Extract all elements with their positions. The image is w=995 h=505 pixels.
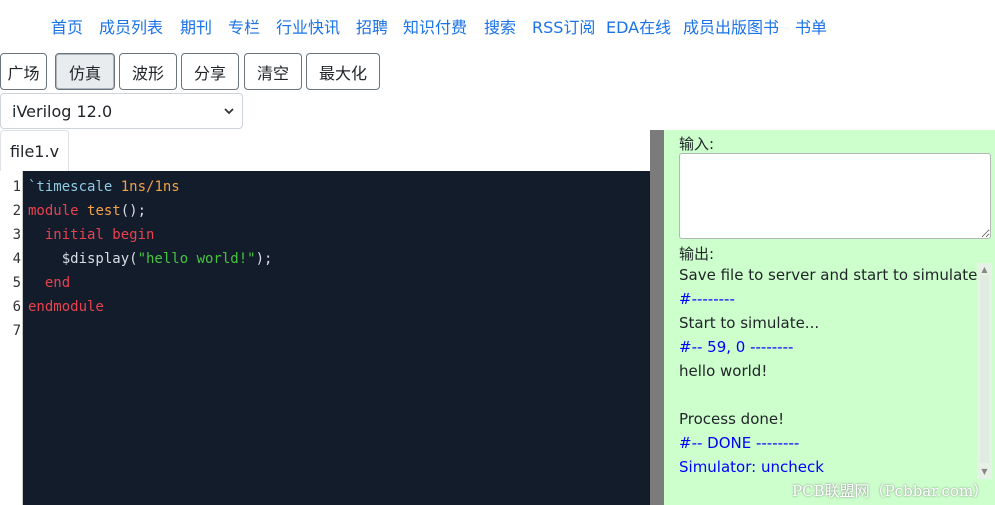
nav-link-books[interactable]: 成员出版图书: [683, 14, 779, 38]
nav-link-column[interactable]: 专栏: [228, 14, 260, 38]
code-token: end: [28, 275, 71, 291]
line-number-gutter: 1 2 3 4 5 6 7: [0, 171, 23, 505]
simulator-select[interactable]: iVerilog 12.0: [0, 93, 243, 129]
simulate-button[interactable]: 仿真: [55, 53, 115, 90]
line-number: 2: [12, 203, 21, 219]
output-line: hello world!: [679, 362, 768, 380]
line-number: 4: [12, 251, 21, 267]
line-number: 6: [12, 299, 21, 315]
stdin-textarea[interactable]: [679, 153, 991, 239]
code-token: );: [255, 251, 273, 267]
output-line: Process done!: [679, 410, 785, 428]
code-editor[interactable]: 1 2 3 4 5 6 7 `timescale 1ns/1ns module t…: [0, 171, 650, 505]
code-token: ();: [120, 203, 147, 219]
output-scrollbar[interactable]: ▲ ▼: [977, 263, 992, 479]
code-token: "hello world!": [137, 251, 256, 267]
line-number: 5: [12, 275, 21, 291]
output-line: #-- 59, 0 --------: [679, 338, 794, 356]
output-line: Simulator: uncheck: [679, 458, 824, 476]
line-number: 3: [12, 227, 21, 243]
io-panel: 输入: 输出: Save file to server and start to…: [664, 130, 995, 505]
clear-button[interactable]: 清空: [244, 53, 302, 90]
code-token: begin: [112, 227, 155, 243]
chevron-down-icon: [224, 108, 234, 115]
input-label: 输入:: [679, 135, 715, 153]
code-token: $display(: [28, 251, 138, 267]
watermark: PCB联盟网（Pcbbar.com）: [792, 482, 989, 500]
scroll-up-icon[interactable]: ▲: [980, 265, 989, 274]
code-token: initial: [28, 227, 104, 243]
nav-link-home[interactable]: 首页: [51, 14, 83, 38]
output-line: Start to simulate...: [679, 314, 820, 332]
splitter-handle[interactable]: [650, 130, 664, 505]
code-token: `timescale: [28, 179, 113, 195]
waveform-button[interactable]: 波形: [119, 53, 177, 90]
code-token: endmodule: [28, 299, 104, 315]
simulator-select-value: iVerilog 12.0: [12, 101, 113, 121]
nav-link-rss[interactable]: RSS订阅: [532, 14, 595, 38]
nav-link-news[interactable]: 行业快讯: [276, 14, 340, 38]
code-line[interactable]: module test();: [28, 203, 146, 219]
code-line[interactable]: $display("hello world!");: [28, 251, 273, 267]
line-number: 1: [12, 179, 21, 195]
code-token: module: [28, 203, 79, 219]
square-button[interactable]: 广场: [0, 53, 47, 90]
code-line[interactable]: `timescale 1ns/1ns: [28, 179, 180, 195]
maximize-button[interactable]: 最大化: [306, 53, 380, 90]
scrollbar-thumb[interactable]: [980, 275, 989, 463]
code-line[interactable]: initial begin: [28, 227, 155, 243]
nav-link-paid[interactable]: 知识付费: [403, 14, 467, 38]
code-line[interactable]: end: [28, 275, 70, 291]
nav-link-jobs[interactable]: 招聘: [356, 14, 388, 38]
nav-link-search[interactable]: 搜索: [484, 14, 516, 38]
output-line: #-- DONE --------: [679, 434, 800, 452]
nav-link-members[interactable]: 成员列表: [99, 14, 163, 38]
code-line[interactable]: endmodule: [28, 299, 104, 315]
share-button[interactable]: 分享: [181, 53, 239, 90]
top-nav: 首页 成员列表 期刊 专栏 行业快讯 招聘 知识付费 搜索 RSS订阅 EDA在…: [0, 0, 995, 50]
output-line: Save file to server and start to simulat…: [679, 266, 992, 284]
output-label: 输出:: [679, 245, 715, 263]
output-line: #--------: [679, 290, 735, 308]
scroll-down-icon[interactable]: ▼: [980, 467, 989, 476]
line-number: 7: [12, 323, 21, 339]
nav-link-journal[interactable]: 期刊: [180, 14, 212, 38]
code-token: test: [87, 203, 121, 219]
tab-file1-label: file1.v: [9, 141, 60, 161]
code-token: 1ns/1ns: [112, 179, 180, 195]
nav-link-booklist[interactable]: 书单: [795, 14, 827, 38]
tab-file1[interactable]: file1.v: [0, 130, 69, 171]
nav-link-eda[interactable]: EDA在线: [606, 14, 671, 38]
